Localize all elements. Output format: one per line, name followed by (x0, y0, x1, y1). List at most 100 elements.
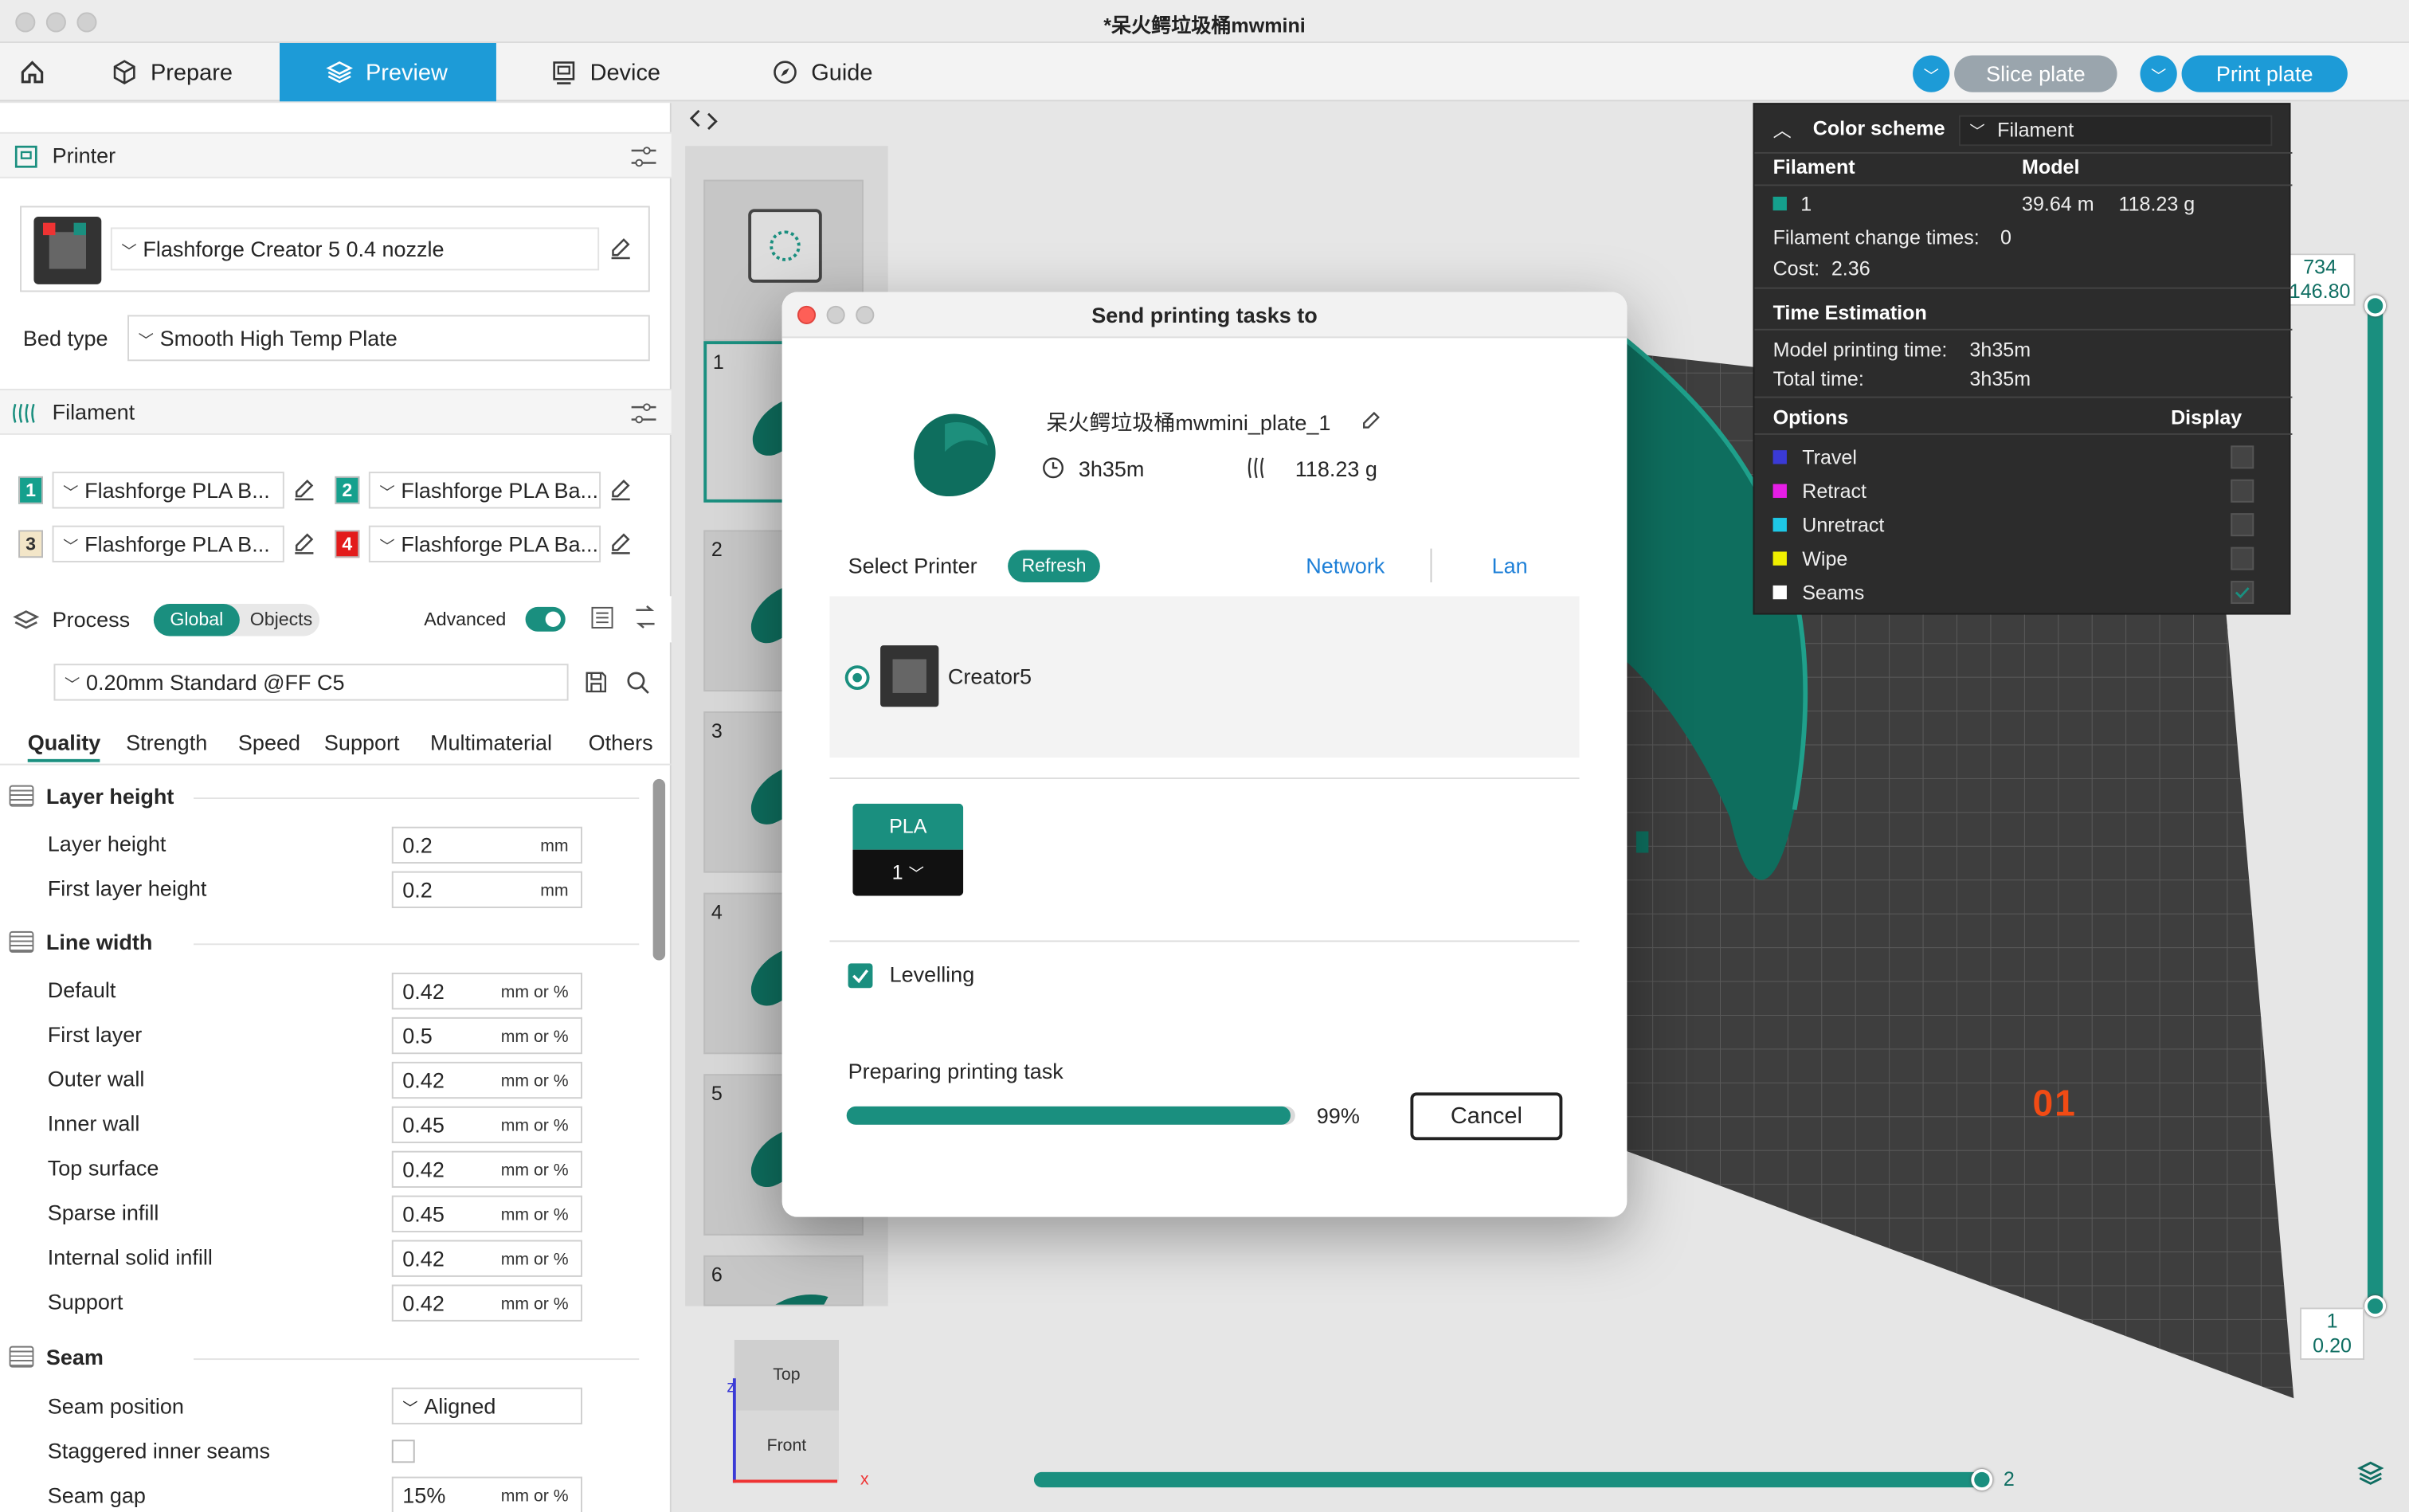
printer-section-title: Printer (52, 143, 116, 168)
sidebar-scrollbar[interactable] (652, 778, 666, 961)
layer-range-slider[interactable] (2367, 301, 2384, 1316)
clock-icon (1043, 457, 1063, 479)
tab-device-label: Device (590, 59, 661, 86)
layer-slider-top-handle[interactable] (2364, 295, 2387, 317)
compare-list-icon[interactable] (590, 605, 615, 630)
filament-slot-number[interactable]: 1 (18, 476, 43, 504)
view-cube-front[interactable]: Front (734, 1410, 839, 1482)
layers-icon (13, 610, 40, 629)
layers-toggle-icon[interactable] (2356, 1459, 2384, 1487)
filament-slot-number[interactable]: 4 (335, 530, 360, 558)
setting-value: 0.42 (402, 1067, 445, 1093)
dialog-minimize-button[interactable] (826, 305, 845, 324)
process-tab[interactable]: Support (324, 730, 400, 754)
tab-prepare[interactable]: Prepare (76, 43, 276, 101)
staggered-seams-checkbox[interactable] (391, 1440, 415, 1463)
process-tab[interactable]: Others (589, 730, 653, 754)
tab-guide[interactable]: Guide (738, 43, 907, 101)
view-cube[interactable]: Top Front (734, 1339, 839, 1494)
collapse-sidebar-button[interactable] (685, 103, 722, 136)
filament-preset-dropdown[interactable]: Flashforge PLA B... (52, 525, 284, 562)
setting-row: Top surface 0.42 mm or % (48, 1150, 586, 1189)
option-display-checkbox[interactable] (2231, 479, 2254, 503)
home-button[interactable] (0, 43, 61, 101)
dialog-zoom-button[interactable] (856, 305, 875, 324)
collapse-chevron-icon[interactable]: ︿ (1773, 117, 1792, 143)
filament-preset-dropdown[interactable]: Flashforge PLA B... (52, 472, 284, 509)
advanced-label: Advanced (424, 608, 507, 630)
filament-preset-dropdown[interactable]: Flashforge PLA Ba... (368, 525, 601, 562)
filament-slot-number[interactable]: 3 (18, 530, 43, 558)
edit-name-icon[interactable] (1360, 409, 1383, 432)
option-display-checkbox[interactable] (2231, 445, 2254, 469)
edit-icon[interactable] (609, 237, 633, 261)
settings-sliders-icon[interactable] (630, 401, 658, 425)
slice-plate-button[interactable]: Slice plate (1954, 55, 2117, 92)
checkmark-icon (2235, 587, 2250, 599)
filament-slot-number[interactable]: 2 (335, 476, 360, 504)
settings-sliders-icon[interactable] (630, 144, 658, 169)
save-icon[interactable] (584, 670, 609, 695)
objects-toggle[interactable]: Objects (243, 604, 319, 637)
network-tab[interactable]: Network (1306, 553, 1385, 578)
plate-model-preview (775, 1294, 828, 1305)
option-display-checkbox[interactable] (2231, 513, 2254, 537)
setting-input[interactable]: 0.5 mm or % (391, 1016, 582, 1055)
swap-icon[interactable] (632, 605, 660, 630)
edit-icon[interactable] (292, 531, 316, 556)
option-display-checkbox[interactable] (2231, 581, 2254, 605)
printer-name[interactable]: Creator5 (948, 664, 1032, 688)
bed-type-dropdown[interactable]: Smooth High Temp Plate (127, 315, 650, 362)
process-tab[interactable]: Quality (27, 730, 101, 762)
setting-input[interactable]: 0.2 mm (391, 871, 582, 908)
move-slider-handle[interactable] (1971, 1468, 1993, 1490)
process-tab[interactable]: Multimaterial (430, 730, 552, 754)
refresh-button[interactable]: Refresh (1008, 550, 1100, 583)
setting-input[interactable]: 0.45 mm or % (391, 1106, 582, 1144)
printer-radio-selected[interactable] (844, 665, 870, 691)
layer-slider-bottom-handle[interactable] (2364, 1295, 2387, 1318)
color-scheme-dropdown[interactable]: ﹀ Filament (1958, 115, 2273, 147)
edit-icon[interactable] (609, 478, 633, 503)
material-mapping-slot[interactable]: PLA 1 ﹀ (852, 803, 964, 896)
tab-preview[interactable]: Preview (279, 43, 496, 102)
seam-position-dropdown[interactable]: ﹀ Aligned (391, 1387, 582, 1425)
move-slider[interactable] (1033, 1471, 1990, 1488)
setting-input[interactable]: 0.42 mm or % (391, 1061, 582, 1099)
chevron-down-icon: ﹀ (2150, 68, 2167, 86)
setting-input[interactable]: 0.42 mm or % (391, 1150, 582, 1189)
setting-input[interactable]: 0.42 mm or % (391, 1284, 582, 1322)
cancel-button[interactable]: Cancel (1410, 1092, 1563, 1141)
option-display-checkbox[interactable] (2231, 546, 2254, 570)
print-plate-button[interactable]: Print plate (2181, 55, 2348, 92)
setting-value: 0.45 (402, 1201, 445, 1227)
seam-gap-input[interactable]: 15% mm or % (391, 1476, 582, 1512)
edit-icon[interactable] (609, 531, 633, 556)
setting-input[interactable]: 0.42 mm or % (391, 1240, 582, 1277)
global-toggle[interactable]: Global (153, 604, 240, 637)
plate-thumbnail[interactable]: 6 (703, 1255, 864, 1306)
slice-options-dropdown[interactable]: ﹀ (1913, 55, 1950, 92)
setting-input[interactable]: 0.2 mm (391, 826, 582, 864)
print-options-dropdown[interactable]: ﹀ (2140, 55, 2177, 92)
process-tab[interactable]: Speed (238, 730, 300, 754)
edit-icon[interactable] (292, 478, 316, 503)
setting-input[interactable]: 0.45 mm or % (391, 1195, 582, 1232)
dialog-close-button[interactable] (797, 305, 817, 324)
setting-unit: mm or % (500, 983, 569, 1002)
view-cube-top[interactable]: Top (734, 1339, 839, 1411)
display-option-row: Retract (1754, 476, 2292, 507)
lan-tab[interactable]: Lan (1492, 553, 1528, 578)
process-preset-dropdown[interactable]: 0.20mm Standard @FF C5 (53, 664, 569, 701)
process-tab[interactable]: Strength (126, 730, 207, 754)
filament-spool-icon (13, 403, 35, 423)
levelling-checkbox[interactable] (848, 963, 873, 989)
tab-device[interactable]: Device (516, 43, 716, 101)
setting-row: First layer 0.5 mm or % (48, 1016, 586, 1055)
search-icon[interactable] (625, 670, 650, 695)
setting-input[interactable]: 0.42 mm or % (391, 972, 582, 1010)
advanced-switch[interactable] (525, 606, 566, 632)
filament-length: 39.64 m (2021, 192, 2094, 216)
printer-preset-dropdown[interactable]: Flashforge Creator 5 0.4 nozzle (110, 227, 600, 271)
filament-preset-dropdown[interactable]: Flashforge PLA Ba... (368, 472, 601, 509)
